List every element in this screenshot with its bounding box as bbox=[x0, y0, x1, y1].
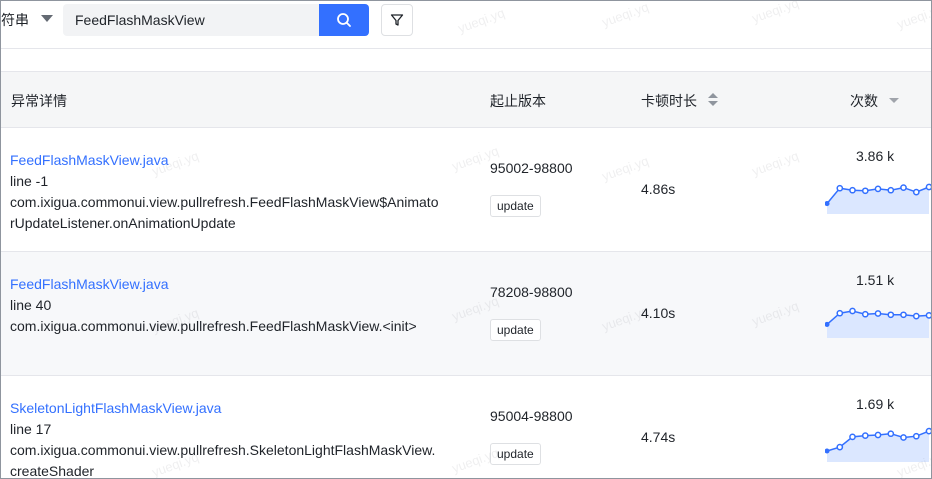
search-button[interactable] bbox=[319, 4, 369, 36]
occurrence-count: 1.51 k bbox=[856, 272, 895, 288]
stack-frame: com.ixigua.commonui.view.pullrefresh.Fee… bbox=[10, 194, 439, 231]
version-tag: update bbox=[490, 443, 541, 465]
sparkline-point bbox=[900, 434, 907, 441]
line-number: line 40 bbox=[10, 297, 52, 313]
filter-bar: 符串 bbox=[1, 1, 931, 49]
column-header-count[interactable]: 次数 bbox=[850, 91, 878, 111]
sparkline-point bbox=[874, 431, 882, 439]
sparkline-point bbox=[925, 427, 931, 435]
trend-sparkline bbox=[825, 307, 931, 338]
sparkline-point bbox=[900, 311, 907, 319]
sparkline-point bbox=[849, 186, 856, 194]
file-link[interactable]: FeedFlashMaskView.java bbox=[10, 150, 450, 171]
type-select-label: 符串 bbox=[1, 12, 29, 28]
version-range: 95002-98800 bbox=[490, 160, 573, 176]
version-range: 78208-98800 bbox=[490, 284, 573, 300]
sparkline-point bbox=[825, 321, 830, 327]
issue-table: 异常详情 起止版本 卡顿时长 次数 FeedFlashMaskView.java… bbox=[1, 71, 931, 479]
table-row: SkeletonLightFlashMaskView.java line 17 … bbox=[1, 376, 931, 479]
sparkline-point bbox=[836, 309, 844, 317]
issue-detail: FeedFlashMaskView.java line -1 com.ixigu… bbox=[10, 150, 450, 234]
line-number: line 17 bbox=[10, 421, 52, 437]
sparkline-point bbox=[849, 433, 856, 441]
search-icon bbox=[337, 13, 351, 27]
page: 符串 异常详情 起止版本 卡顿时长 次数 bbox=[0, 0, 932, 479]
sort-desc-icon[interactable] bbox=[889, 98, 899, 103]
stack-frame: com.ixigua.commonui.view.pullrefresh.Ske… bbox=[10, 442, 436, 479]
sparkline-point bbox=[887, 311, 895, 319]
sparkline-point bbox=[874, 185, 882, 193]
sparkline-point bbox=[861, 187, 869, 195]
sparkline-point bbox=[925, 183, 931, 191]
column-header-detail: 异常详情 bbox=[11, 93, 67, 109]
line-number: line -1 bbox=[10, 173, 49, 189]
issue-detail: FeedFlashMaskView.java line 40 com.ixigu… bbox=[10, 274, 450, 337]
stall-duration: 4.74s bbox=[641, 429, 676, 445]
sparkline-point bbox=[900, 184, 907, 191]
table-header: 异常详情 起止版本 卡顿时长 次数 bbox=[1, 71, 931, 128]
sparkline-point bbox=[861, 310, 869, 318]
divider bbox=[1, 48, 931, 49]
sparkline-point bbox=[836, 443, 844, 451]
sparkline-point bbox=[912, 312, 920, 320]
sparkline-point bbox=[887, 186, 895, 194]
stall-duration: 4.10s bbox=[641, 305, 676, 321]
sparkline-point bbox=[887, 430, 895, 438]
caret-down-icon bbox=[41, 15, 53, 22]
sparkline-point bbox=[849, 307, 856, 315]
version-tag: update bbox=[490, 319, 541, 341]
sparkline-point bbox=[912, 432, 920, 440]
file-link[interactable]: FeedFlashMaskView.java bbox=[10, 274, 450, 295]
occurrence-count: 3.86 k bbox=[856, 148, 895, 164]
stall-duration: 4.86s bbox=[641, 181, 676, 197]
column-header-version: 起止版本 bbox=[490, 93, 546, 109]
issue-detail: SkeletonLightFlashMaskView.java line 17 … bbox=[10, 398, 450, 479]
sparkline-point bbox=[825, 201, 830, 207]
filter-button[interactable] bbox=[381, 4, 413, 36]
file-link[interactable]: SkeletonLightFlashMaskView.java bbox=[10, 398, 450, 419]
funnel-icon bbox=[390, 14, 404, 26]
sort-icon[interactable] bbox=[707, 92, 719, 108]
trend-sparkline bbox=[825, 427, 931, 462]
search-input[interactable] bbox=[63, 4, 319, 36]
trend-sparkline bbox=[825, 183, 931, 214]
column-header-duration[interactable]: 卡顿时长 bbox=[641, 91, 697, 111]
occurrence-count: 1.69 k bbox=[856, 396, 895, 412]
type-select[interactable]: 符串 bbox=[1, 5, 59, 35]
table-row: FeedFlashMaskView.java line -1 com.ixigu… bbox=[1, 128, 931, 252]
table-row: FeedFlashMaskView.java line 40 com.ixigu… bbox=[1, 252, 931, 376]
sparkline-point bbox=[874, 310, 882, 317]
stack-frame: com.ixigua.commonui.view.pullrefresh.Fee… bbox=[10, 318, 417, 334]
sparkline-point bbox=[836, 184, 844, 192]
version-range: 95004-98800 bbox=[490, 408, 573, 424]
sparkline-point bbox=[861, 432, 869, 439]
version-tag: update bbox=[490, 195, 541, 217]
sparkline-point bbox=[825, 448, 830, 454]
sparkline-point bbox=[925, 312, 931, 319]
sparkline-point bbox=[912, 188, 920, 196]
